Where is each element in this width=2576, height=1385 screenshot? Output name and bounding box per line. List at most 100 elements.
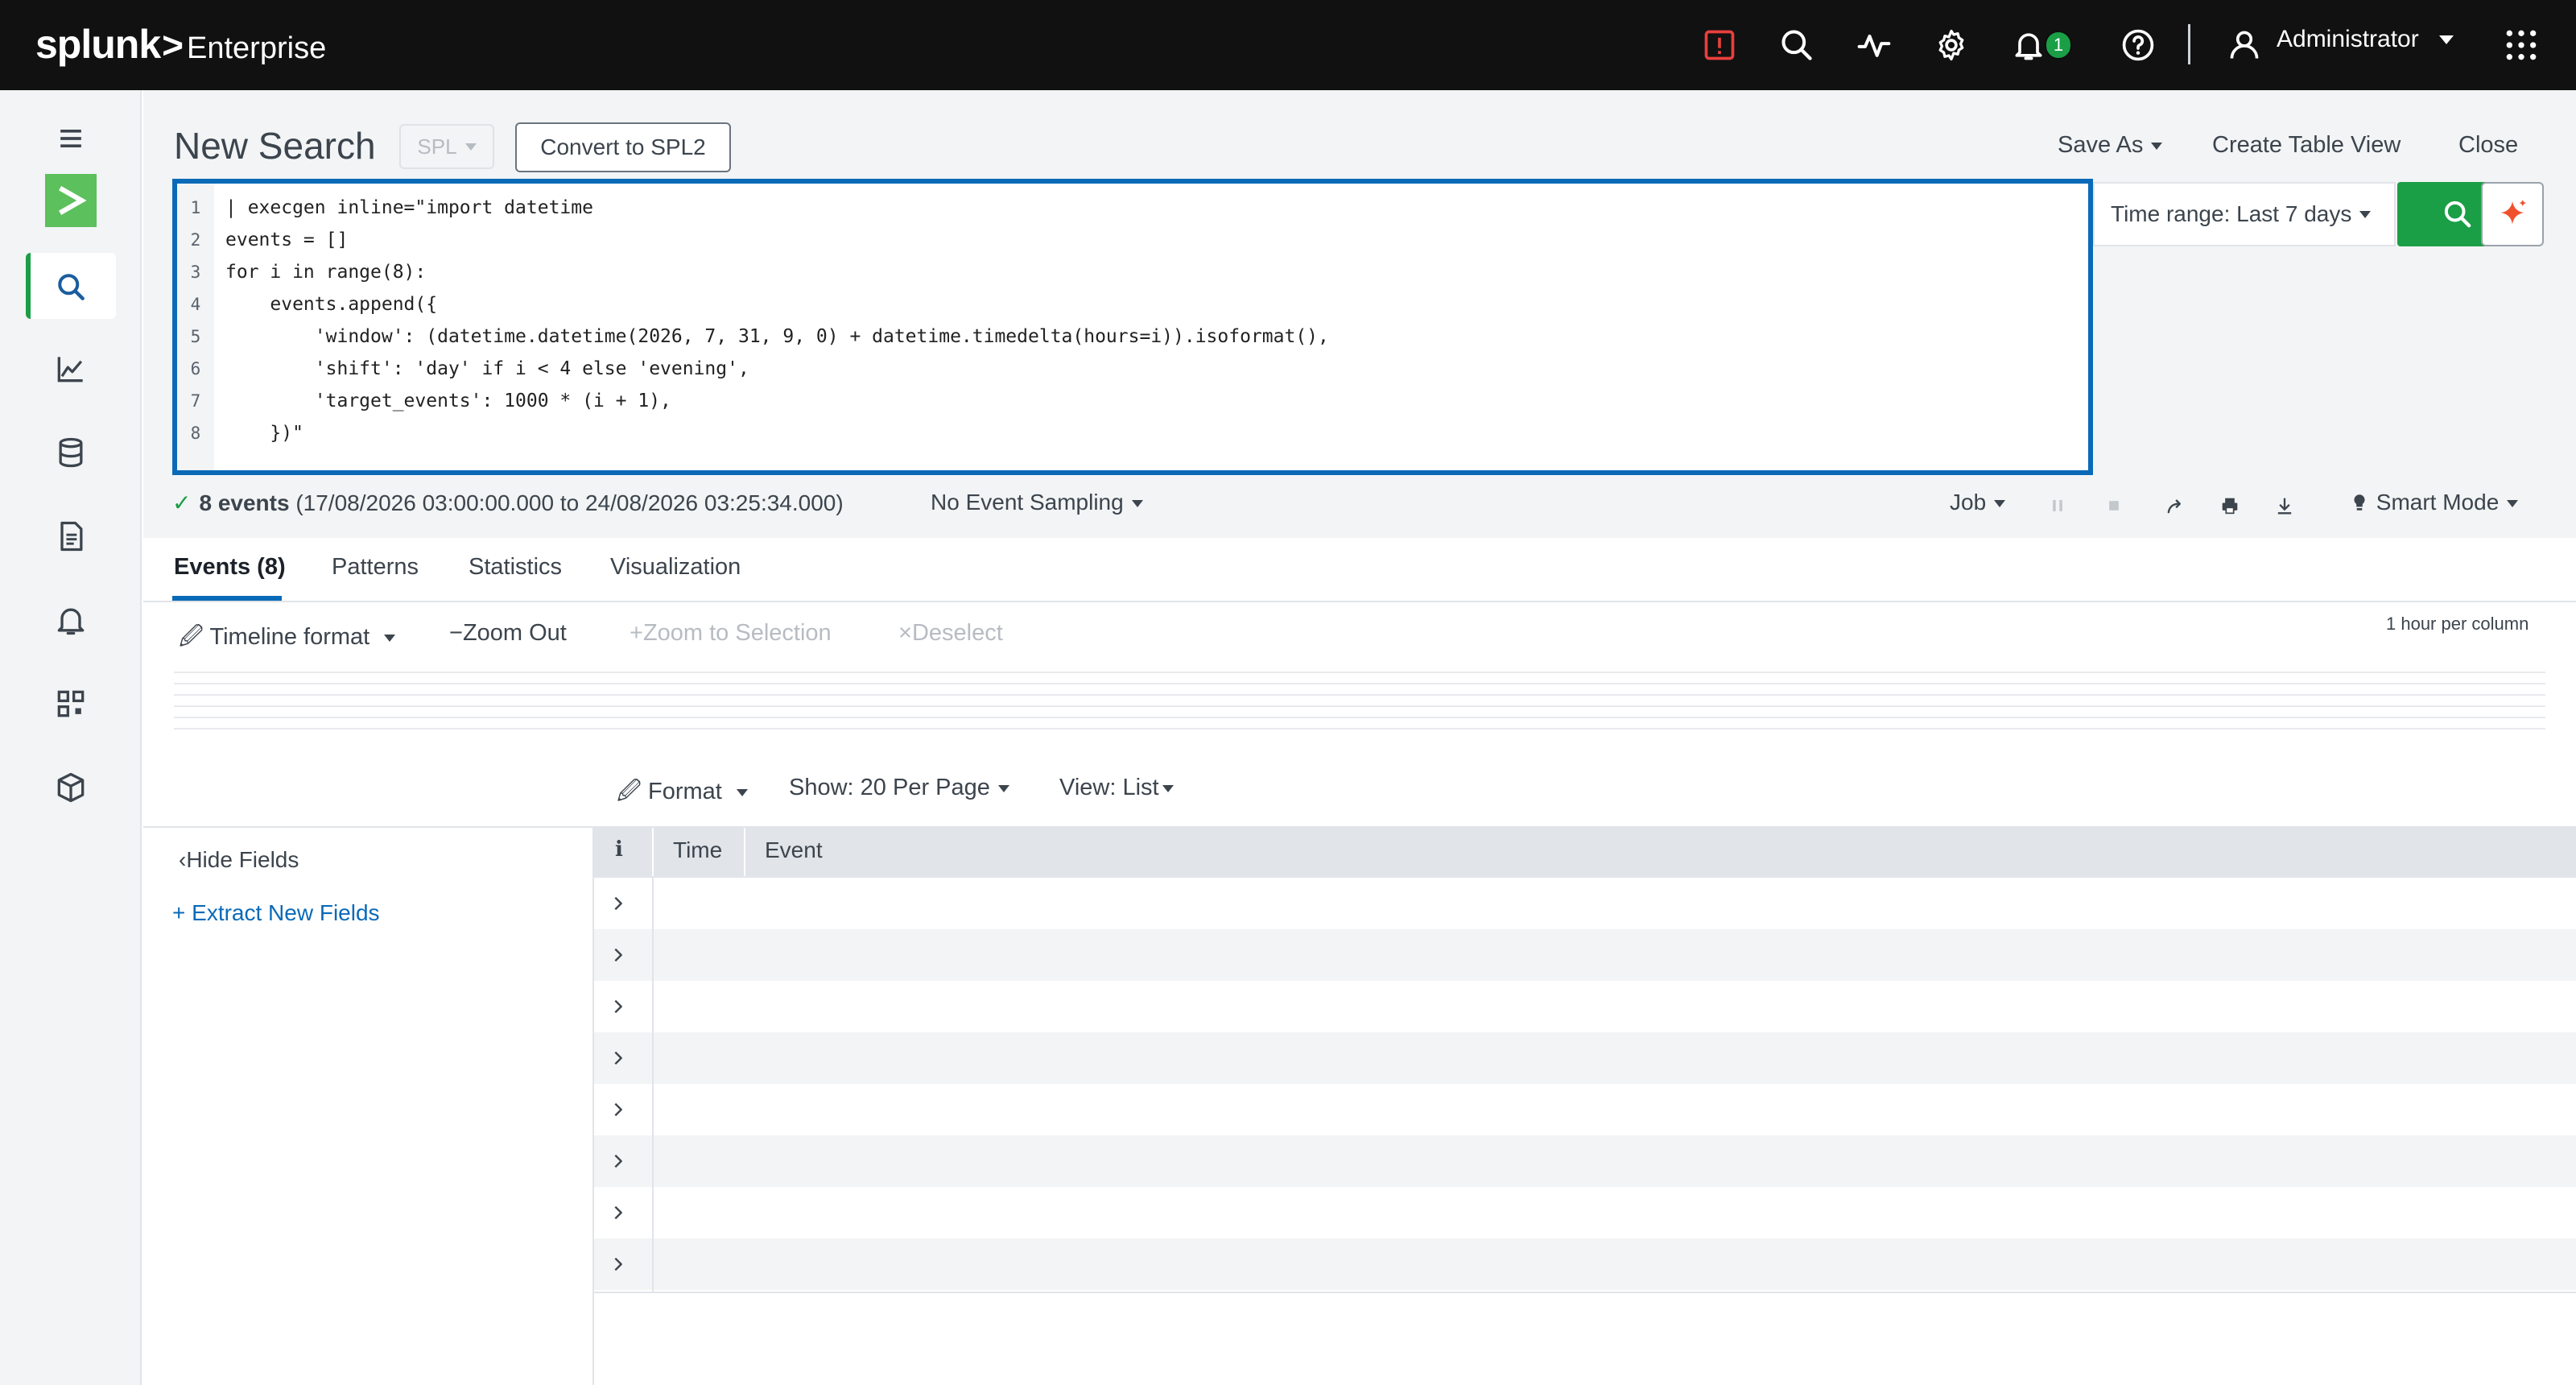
event-sampling-menu[interactable]: No Event Sampling bbox=[931, 490, 1143, 515]
column-separator bbox=[652, 828, 654, 876]
column-event-header[interactable]: Event bbox=[765, 837, 823, 863]
format-menu[interactable]: 🖉 Format bbox=[617, 775, 748, 814]
deselect-button[interactable]: ×Deselect bbox=[898, 620, 1003, 647]
search-query-editor[interactable]: 1 | execgen inline="import datetime 2 event… bbox=[172, 179, 2093, 475]
zoom-to-selection-button[interactable]: +Zoom to Selection bbox=[630, 620, 832, 647]
caret-down-icon bbox=[384, 634, 396, 642]
code-text: })" bbox=[225, 423, 303, 444]
caret-down-icon bbox=[2359, 210, 2372, 218]
hide-fields-label: Hide Fields bbox=[186, 847, 299, 872]
column-time-header[interactable]: Time bbox=[673, 837, 722, 863]
bell-icon[interactable] bbox=[2008, 24, 2050, 66]
line-number: 6 bbox=[190, 359, 201, 378]
extract-new-fields-link[interactable]: + Extract New Fields bbox=[172, 900, 380, 926]
create-table-view-link[interactable]: Create Table View bbox=[2212, 132, 2401, 159]
table-row[interactable] bbox=[594, 1238, 2576, 1290]
plus-icon: + bbox=[630, 620, 643, 646]
gear-icon[interactable] bbox=[1930, 24, 1972, 66]
table-row[interactable] bbox=[594, 878, 2576, 929]
chevron-right-icon[interactable] bbox=[605, 994, 631, 1019]
zoom-to-selection-label: Zoom to Selection bbox=[642, 620, 832, 646]
timeline-format-label: Timeline format bbox=[209, 624, 370, 650]
code-line[interactable]: 1 | execgen inline="import datetime bbox=[177, 192, 593, 224]
splunk-logo[interactable]: splunk > Enterprise bbox=[35, 21, 326, 68]
timeline-format-menu[interactable]: 🖉 Timeline format bbox=[179, 620, 396, 659]
user-menu[interactable]: Administrator bbox=[2277, 26, 2419, 53]
code-text: for i in range(8): bbox=[225, 262, 427, 283]
event-sampling-label: No Event Sampling bbox=[931, 490, 1124, 515]
stop-icon[interactable] bbox=[2099, 491, 2128, 520]
rail-analytics-icon[interactable] bbox=[50, 348, 92, 390]
code-text: 'shift': 'day' if i < 4 else 'evening', bbox=[225, 358, 749, 379]
code-line[interactable]: 7 'target_events': 1000 * (i + 1), bbox=[177, 385, 671, 417]
code-line[interactable]: 6 'shift': 'day' if i < 4 else 'evening'… bbox=[177, 353, 749, 385]
code-line[interactable]: 4 events.append({ bbox=[177, 288, 437, 320]
code-text: 'window': (datetime.datetime(2026, 7, 31… bbox=[225, 326, 1329, 347]
zoom-out-button[interactable]: −Zoom Out bbox=[449, 620, 567, 647]
export-download-icon[interactable] bbox=[2270, 491, 2299, 520]
code-line[interactable]: 8 })" bbox=[177, 417, 303, 449]
active-tab-indicator bbox=[172, 596, 282, 601]
chevron-right-icon[interactable] bbox=[605, 1097, 631, 1122]
brand-name: splunk bbox=[35, 22, 161, 67]
per-page-menu[interactable]: Show: 20 Per Page bbox=[789, 775, 1009, 801]
tab-visualization[interactable]: Visualization bbox=[610, 554, 741, 581]
user-icon[interactable] bbox=[2223, 24, 2265, 66]
line-number: 8 bbox=[190, 424, 201, 443]
timeline-gridline bbox=[174, 728, 2545, 730]
print-icon[interactable] bbox=[2215, 491, 2244, 520]
chevron-right-icon[interactable] bbox=[605, 1148, 631, 1174]
rail-dashboards-icon[interactable] bbox=[50, 683, 92, 725]
code-line[interactable]: 5 'window': (datetime.datetime(2026, 7, … bbox=[177, 320, 1329, 353]
caret-down-icon bbox=[997, 784, 1009, 792]
hide-fields-button[interactable]: ‹Hide Fields bbox=[179, 847, 299, 873]
table-row[interactable] bbox=[594, 981, 2576, 1032]
apps-grid-icon[interactable] bbox=[2500, 24, 2542, 66]
table-row[interactable] bbox=[594, 1084, 2576, 1135]
rail-alert-bell-icon[interactable] bbox=[50, 599, 92, 641]
close-link[interactable]: Close bbox=[2458, 132, 2518, 159]
table-row[interactable] bbox=[594, 1187, 2576, 1238]
chevron-right-icon[interactable] bbox=[605, 1251, 631, 1277]
tab-events[interactable]: Events (8) bbox=[174, 554, 286, 581]
timeline-gridline bbox=[174, 717, 2545, 718]
convert-to-spl2-button[interactable]: Convert to SPL2 bbox=[515, 122, 731, 172]
table-row[interactable] bbox=[594, 1032, 2576, 1084]
ai-assistant-button[interactable] bbox=[2481, 182, 2544, 246]
search-status: ✓ 8 events (17/08/2026 03:00:00.000 to 24… bbox=[172, 490, 844, 516]
pause-icon[interactable] bbox=[2043, 491, 2072, 520]
menu-icon[interactable] bbox=[50, 118, 92, 159]
time-range-picker[interactable]: Time range: Last 7 days bbox=[2093, 182, 2396, 246]
events-table-header bbox=[594, 826, 2576, 878]
rail-report-icon[interactable] bbox=[50, 515, 92, 557]
timeline-gridline bbox=[174, 694, 2545, 696]
spl-language-select[interactable]: SPL bbox=[399, 124, 494, 169]
chevron-right-icon[interactable] bbox=[605, 1045, 631, 1071]
search-app-logo-icon[interactable] bbox=[45, 174, 97, 227]
job-menu[interactable]: Job bbox=[1950, 490, 2006, 515]
activity-icon[interactable] bbox=[1853, 24, 1895, 66]
search-mode-menu[interactable]: Smart Mode bbox=[2349, 490, 2519, 515]
rail-search-icon[interactable] bbox=[50, 266, 92, 308]
code-line[interactable]: 2 events = [] bbox=[177, 224, 349, 256]
code-line[interactable]: 3 for i in range(8): bbox=[177, 256, 427, 288]
view-mode-menu[interactable]: View: List bbox=[1059, 775, 1174, 801]
help-icon[interactable] bbox=[2117, 24, 2159, 66]
view-mode-label: View: List bbox=[1059, 775, 1159, 800]
caret-down-icon[interactable] bbox=[2439, 35, 2454, 44]
code-text: events = [] bbox=[225, 229, 349, 250]
save-as-menu[interactable]: Save As bbox=[2058, 132, 2163, 159]
notification-badge: 1 bbox=[2045, 31, 2072, 60]
table-row[interactable] bbox=[594, 929, 2576, 981]
tab-patterns[interactable]: Patterns bbox=[332, 554, 419, 581]
rail-database-icon[interactable] bbox=[50, 432, 92, 473]
chevron-right-icon[interactable] bbox=[605, 1200, 631, 1226]
chevron-right-icon[interactable] bbox=[605, 891, 631, 916]
tab-statistics[interactable]: Statistics bbox=[469, 554, 562, 581]
rail-datasets-icon[interactable] bbox=[50, 767, 92, 808]
search-icon[interactable] bbox=[1776, 24, 1818, 66]
table-row[interactable] bbox=[594, 1135, 2576, 1187]
share-icon[interactable] bbox=[2161, 491, 2190, 520]
alert-icon[interactable] bbox=[1699, 24, 1740, 66]
chevron-right-icon[interactable] bbox=[605, 942, 631, 968]
